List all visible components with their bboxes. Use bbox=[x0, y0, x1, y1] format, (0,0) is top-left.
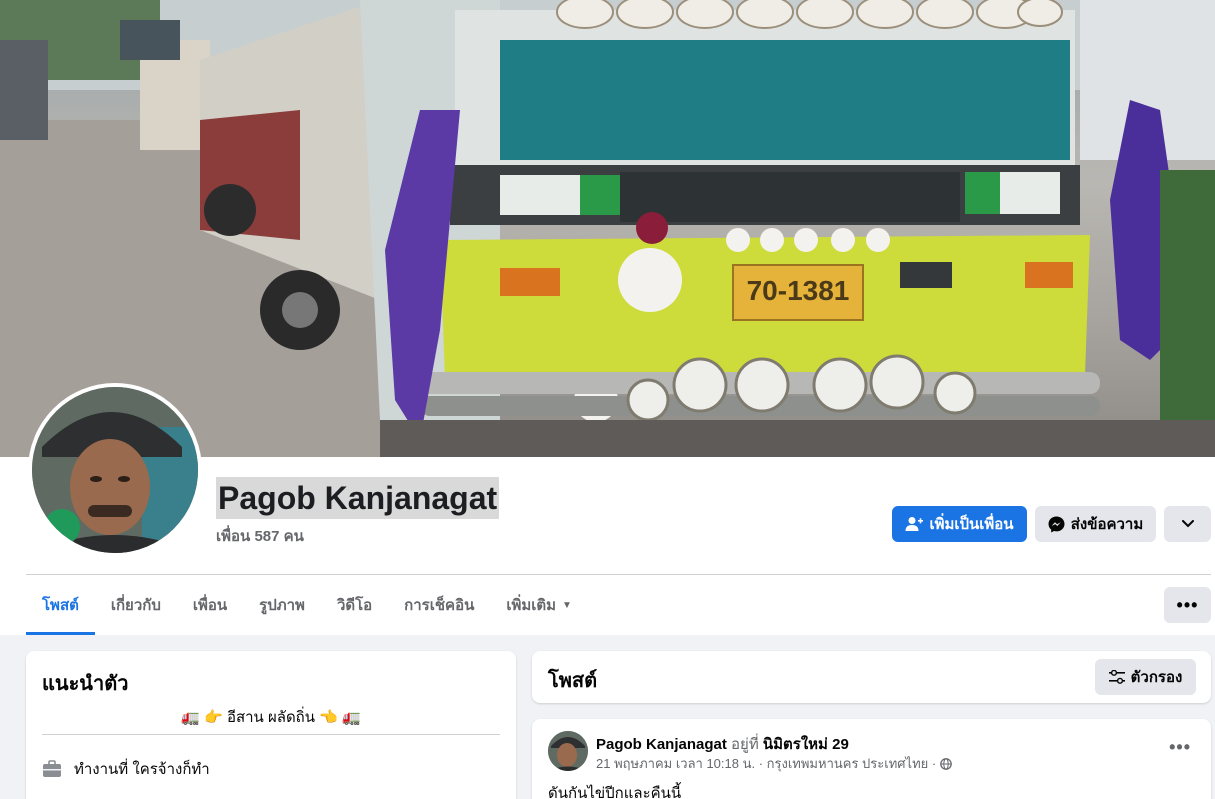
more-options-dropdown[interactable] bbox=[1164, 506, 1211, 542]
post-at-text: อยู่ที่ bbox=[731, 736, 759, 753]
post-author-avatar[interactable] bbox=[548, 731, 588, 771]
tab-label: การเช็คอิน bbox=[404, 597, 475, 614]
post-options-button[interactable]: ••• bbox=[1169, 737, 1191, 758]
chevron-down-icon bbox=[1181, 520, 1194, 528]
add-friend-label: เพิ่มเป็นเพื่อน bbox=[929, 516, 1014, 533]
post-meta: 21 พฤษภาคม เวลา 10:18 น. · กรุงเทพมหานคร… bbox=[596, 753, 953, 774]
add-friend-button[interactable]: เพิ่มเป็นเพื่อน bbox=[892, 506, 1027, 542]
intro-card: แนะนำตัว 🚛 👉 อีสาน ผลัดถิ่น 👈 🚛 ทำงานที่… bbox=[26, 651, 516, 799]
post-author-link[interactable]: Pagob Kanjanagat bbox=[596, 736, 727, 753]
plate-text: 70-1381 bbox=[747, 275, 850, 306]
tabs-more-options-button[interactable]: ••• bbox=[1164, 587, 1211, 623]
message-label: ส่งข้อความ bbox=[1070, 516, 1144, 533]
ellipsis-icon: ••• bbox=[1169, 737, 1191, 757]
profile-page: 70-1381 Pagob Kanjanagat เพื่อน 587 คน เ… bbox=[0, 0, 1215, 799]
briefcase-icon bbox=[43, 760, 61, 777]
tab-photos[interactable]: รูปภาพ bbox=[243, 575, 321, 635]
tab-label: เกี่ยวกับ bbox=[110, 597, 161, 614]
tab-about[interactable]: เกี่ยวกับ bbox=[95, 575, 177, 635]
ellipsis-icon: ••• bbox=[1176, 594, 1199, 615]
tab-friends[interactable]: เพื่อน bbox=[177, 575, 243, 635]
tab-label: วิดีโอ bbox=[336, 597, 373, 614]
caret-down-icon: ▼ bbox=[562, 599, 572, 611]
intro-divider bbox=[42, 734, 500, 735]
message-button[interactable]: ส่งข้อความ bbox=[1035, 506, 1156, 542]
profile-avatar[interactable] bbox=[28, 383, 202, 557]
post-avatar-illustration bbox=[548, 731, 588, 771]
filter-button[interactable]: ตัวกรอง bbox=[1095, 659, 1196, 695]
messenger-icon bbox=[1048, 516, 1065, 532]
intro-bio: 🚛 👉 อีสาน ผลัดถิ่น 👈 🚛 bbox=[181, 709, 361, 726]
intro-title: แนะนำตัว bbox=[42, 673, 129, 695]
add-friend-icon bbox=[905, 517, 924, 531]
filter-icon bbox=[1108, 670, 1125, 684]
filter-label: ตัวกรอง bbox=[1130, 669, 1183, 686]
tab-label: โพสต์ bbox=[42, 597, 79, 614]
friends-count[interactable]: เพื่อน 587 คน bbox=[216, 524, 304, 548]
tab-checkins[interactable]: การเช็คอิน bbox=[388, 575, 490, 635]
cover-truck-illustration: 70-1381 bbox=[0, 0, 1215, 457]
tab-posts[interactable]: โพสต์ bbox=[26, 575, 95, 635]
globe-icon bbox=[940, 757, 953, 770]
cover-photo[interactable]: 70-1381 bbox=[0, 0, 1215, 457]
post-text: ดันกันไข่ปีกและคืนนี้ bbox=[548, 785, 682, 799]
intro-work-item: ทำงานที่ ใครจ้างก็ทำ bbox=[42, 757, 210, 781]
post-timestamp[interactable]: 21 พฤษภาคม เวลา 10:18 น. · กรุงเทพมหานคร… bbox=[596, 753, 936, 774]
posts-header-card: โพสต์ ตัวกรอง bbox=[532, 651, 1211, 703]
posts-title: โพสต์ bbox=[548, 670, 598, 692]
tab-more[interactable]: เพิ่มเติม ▼ bbox=[490, 575, 588, 635]
profile-tabs: โพสต์ เกี่ยวกับ เพื่อน รูปภาพ วิดีโอ การ… bbox=[26, 575, 588, 635]
tab-videos[interactable]: วิดีโอ bbox=[321, 575, 388, 635]
tab-label: เพิ่มเติม bbox=[506, 597, 557, 614]
post-card: Pagob Kanjanagat อยู่ที่ นิมิตรใหม่ 29 2… bbox=[532, 719, 1211, 799]
tab-label: เพื่อน bbox=[192, 597, 228, 614]
intro-work-text: ทำงานที่ ใครจ้างก็ทำ bbox=[74, 761, 210, 778]
avatar-illustration bbox=[32, 387, 198, 553]
profile-name: Pagob Kanjanagat bbox=[216, 477, 500, 519]
tab-label: รูปภาพ bbox=[259, 597, 305, 614]
avatar-photo bbox=[32, 387, 198, 553]
post-place-link[interactable]: นิมิตรใหม่ 29 bbox=[763, 736, 849, 753]
